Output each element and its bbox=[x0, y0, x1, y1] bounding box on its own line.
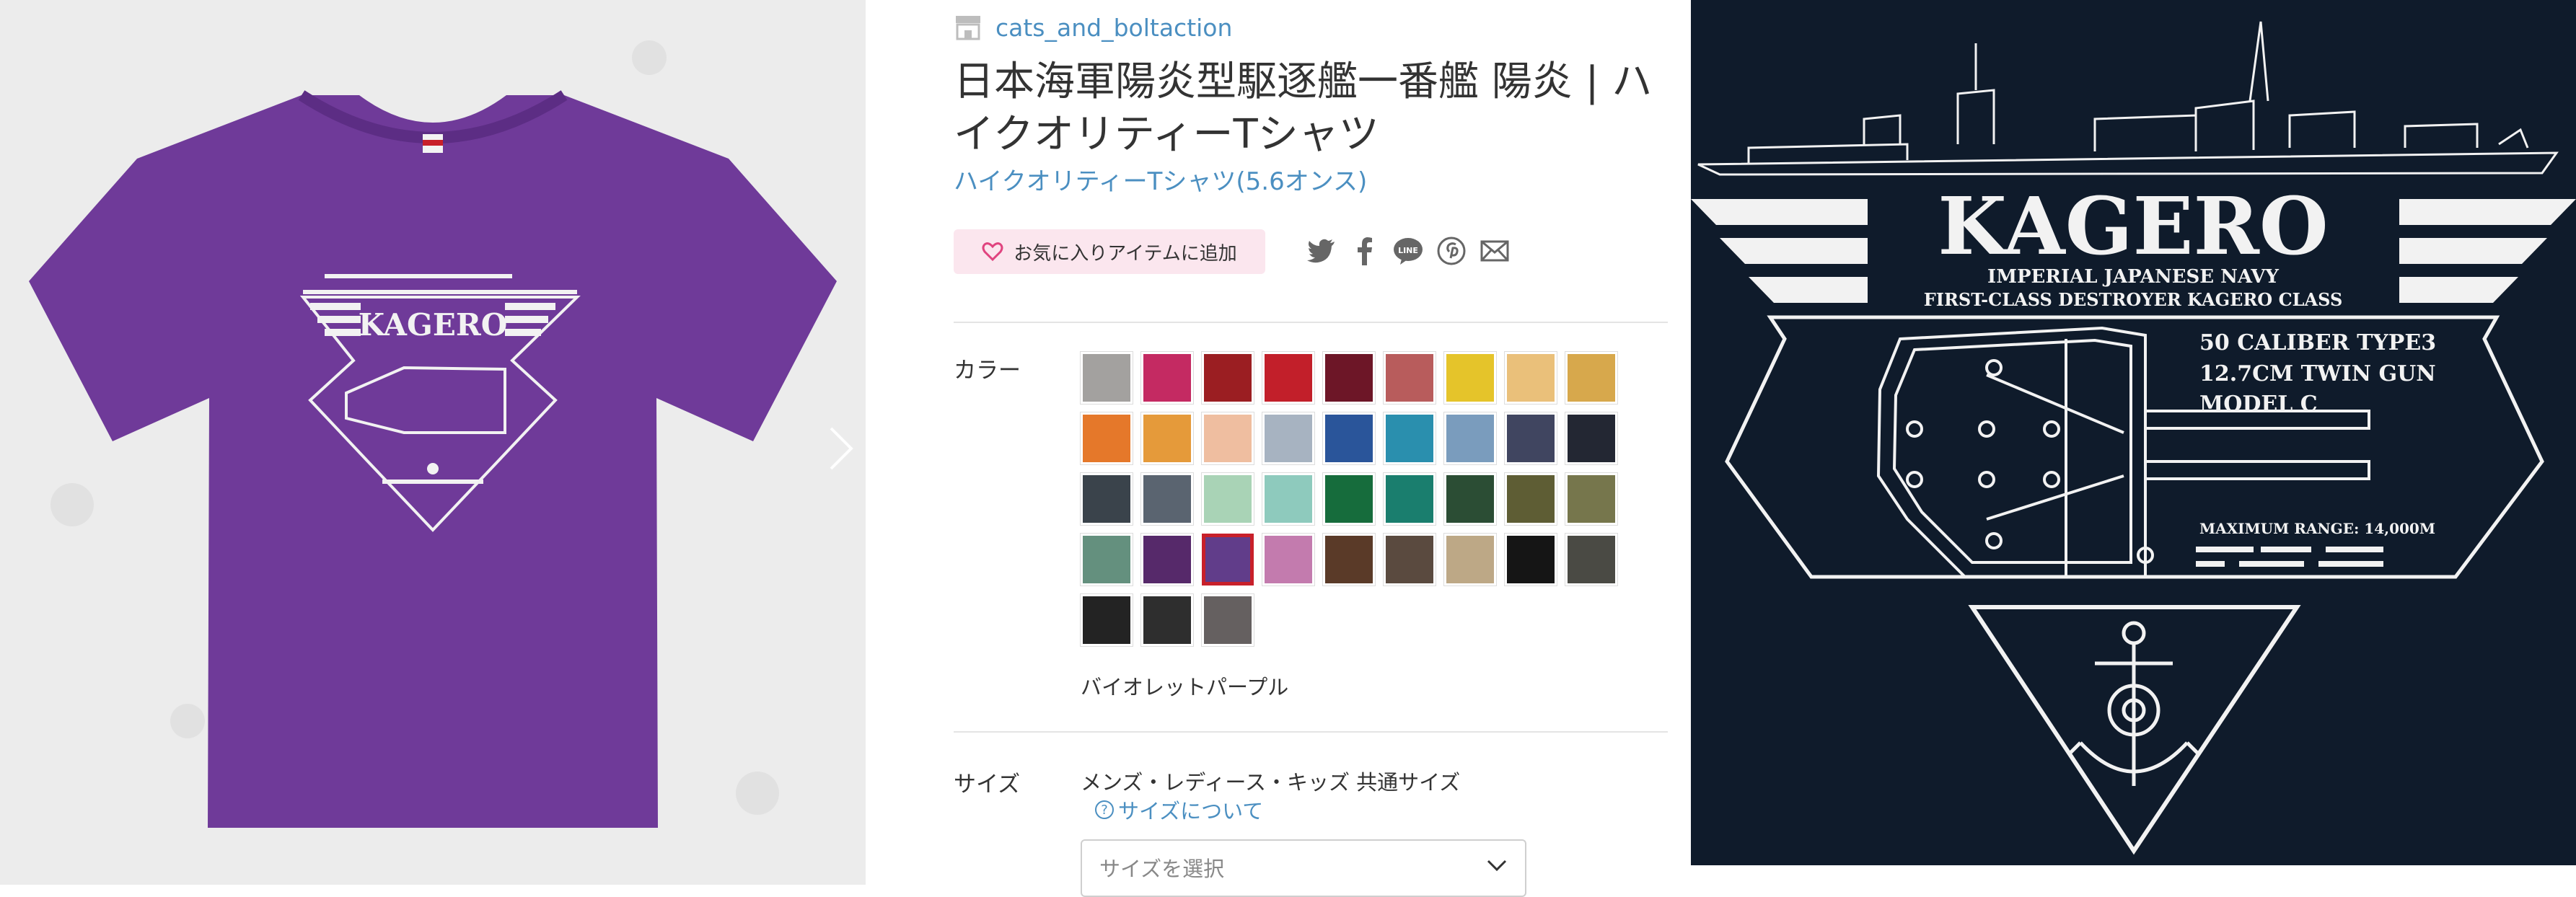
color-swatch[interactable] bbox=[1201, 351, 1254, 405]
color-swatch[interactable] bbox=[1080, 533, 1133, 586]
gun-line3: MODEL C bbox=[2199, 392, 2318, 417]
color-swatch[interactable] bbox=[1322, 351, 1376, 405]
color-swatch[interactable] bbox=[1443, 472, 1497, 526]
product-info: cats_and_boltaction 日本海軍陽炎型駆逐艦一番艦 陽炎 | ハ… bbox=[954, 0, 1675, 897]
chevron-down-icon bbox=[1487, 860, 1507, 872]
color-swatch[interactable] bbox=[1565, 351, 1618, 405]
color-swatch[interactable] bbox=[1140, 472, 1194, 526]
gun-line2: 12.7CM TWIN GUN bbox=[2199, 361, 2436, 386]
facebook-icon bbox=[1358, 237, 1372, 265]
product-title: 日本海軍陽炎型駆逐艦一番艦 陽炎 | ハイクオリティーTシャツ bbox=[954, 58, 1653, 158]
svg-text:KAGERO: KAGERO bbox=[359, 307, 508, 343]
color-swatch-grid bbox=[1080, 351, 1618, 647]
color-label: カラー bbox=[954, 358, 1021, 384]
anchor-emblem bbox=[2079, 621, 2189, 786]
size-select-placeholder: サイズを選択 bbox=[1099, 857, 1225, 881]
color-swatch[interactable] bbox=[1140, 533, 1194, 586]
color-swatch[interactable] bbox=[1322, 472, 1376, 526]
shop-icon bbox=[956, 16, 980, 40]
color-swatch[interactable] bbox=[1262, 533, 1315, 586]
selected-color-name: バイオレットパープル bbox=[1081, 675, 1289, 699]
color-swatch[interactable] bbox=[1443, 412, 1497, 465]
color-swatch[interactable] bbox=[1565, 472, 1618, 526]
color-swatch[interactable] bbox=[1080, 351, 1133, 405]
destroyer-silhouette bbox=[1697, 21, 2559, 176]
color-swatch[interactable] bbox=[1504, 351, 1557, 405]
divider bbox=[954, 322, 1668, 323]
design-artwork[interactable]: KAGERO IMPERIAL JAPANESE NAVY FIRST-CLAS… bbox=[1691, 0, 2576, 865]
size-select[interactable]: サイズを選択 bbox=[1081, 839, 1526, 897]
color-swatch[interactable] bbox=[1565, 533, 1618, 586]
color-swatch[interactable] bbox=[1383, 472, 1436, 526]
color-swatch[interactable] bbox=[1383, 351, 1436, 405]
color-swatch[interactable] bbox=[1504, 412, 1557, 465]
color-swatch[interactable] bbox=[1201, 472, 1254, 526]
size-note: メンズ・レディース・キッズ 共通サイズ bbox=[1081, 770, 1461, 795]
twitter-share[interactable] bbox=[1306, 235, 1337, 267]
color-swatch[interactable] bbox=[1504, 533, 1557, 586]
line-icon: LINE bbox=[1394, 238, 1423, 265]
mail-icon bbox=[1480, 240, 1509, 262]
pinterest-share[interactable] bbox=[1436, 235, 1467, 267]
color-swatch[interactable] bbox=[1504, 472, 1557, 526]
next-image-arrow[interactable] bbox=[822, 425, 858, 472]
color-swatch[interactable] bbox=[1201, 412, 1254, 465]
size-guide-label: サイズについて bbox=[1118, 799, 1264, 823]
color-swatch[interactable] bbox=[1140, 593, 1194, 647]
design-line1: IMPERIAL JAPANESE NAVY bbox=[1987, 266, 2279, 288]
facebook-share[interactable] bbox=[1349, 235, 1381, 267]
range-text: MAXIMUM RANGE: 14,000M bbox=[2199, 520, 2435, 537]
color-swatch[interactable] bbox=[1140, 412, 1194, 465]
color-swatch[interactable] bbox=[1383, 412, 1436, 465]
share-buttons: LINE bbox=[1306, 235, 1511, 267]
design-line2: FIRST-CLASS DESTROYER KAGERO CLASS bbox=[1924, 289, 2343, 310]
shop-link[interactable]: cats_and_boltaction bbox=[954, 10, 1232, 45]
tshirt-image: KAGERO bbox=[29, 40, 837, 828]
color-swatch[interactable] bbox=[1322, 533, 1376, 586]
color-swatch[interactable] bbox=[1080, 472, 1133, 526]
color-swatch[interactable] bbox=[1383, 533, 1436, 586]
color-swatch[interactable] bbox=[1322, 412, 1376, 465]
twitter-icon bbox=[1307, 239, 1335, 263]
design-illustration: KAGERO IMPERIAL JAPANESE NAVY FIRST-CLAS… bbox=[1691, 21, 2576, 855]
add-to-favorites-label: お気に入りアイテムに追加 bbox=[1014, 242, 1237, 265]
question-icon: ? bbox=[1095, 800, 1114, 819]
color-swatch[interactable] bbox=[1443, 533, 1497, 586]
color-swatch[interactable] bbox=[1262, 351, 1315, 405]
color-swatch[interactable] bbox=[1080, 593, 1133, 647]
shop-name[interactable]: cats_and_boltaction bbox=[995, 14, 1232, 42]
divider bbox=[954, 731, 1668, 733]
color-swatch[interactable] bbox=[1202, 534, 1254, 586]
gun-line1: 50 CALIBER TYPE3 bbox=[2199, 330, 2436, 355]
design-title: KAGERO bbox=[1938, 180, 2329, 273]
product-photo[interactable]: KAGERO bbox=[0, 0, 866, 885]
pinterest-icon bbox=[1437, 237, 1466, 265]
color-swatch[interactable] bbox=[1262, 472, 1315, 526]
chevron-right-icon bbox=[830, 427, 853, 470]
heart-icon bbox=[982, 242, 1003, 262]
line-share[interactable]: LINE bbox=[1392, 235, 1424, 267]
size-label: サイズ bbox=[954, 772, 1021, 797]
color-swatch[interactable] bbox=[1565, 412, 1618, 465]
size-guide-link[interactable]: ? サイズについて bbox=[1095, 795, 1263, 825]
color-swatch[interactable] bbox=[1080, 412, 1133, 465]
product-type-link[interactable]: ハイクオリティーTシャツ(5.6オンス) bbox=[954, 162, 1367, 197]
color-swatch[interactable] bbox=[1443, 351, 1497, 405]
color-swatch[interactable] bbox=[1262, 412, 1315, 465]
color-swatch[interactable] bbox=[1140, 351, 1194, 405]
svg-text:LINE: LINE bbox=[1398, 246, 1418, 255]
add-to-favorites-button[interactable]: お気に入りアイテムに追加 bbox=[954, 229, 1265, 274]
color-swatch[interactable] bbox=[1201, 593, 1254, 647]
mail-share[interactable] bbox=[1479, 235, 1511, 267]
